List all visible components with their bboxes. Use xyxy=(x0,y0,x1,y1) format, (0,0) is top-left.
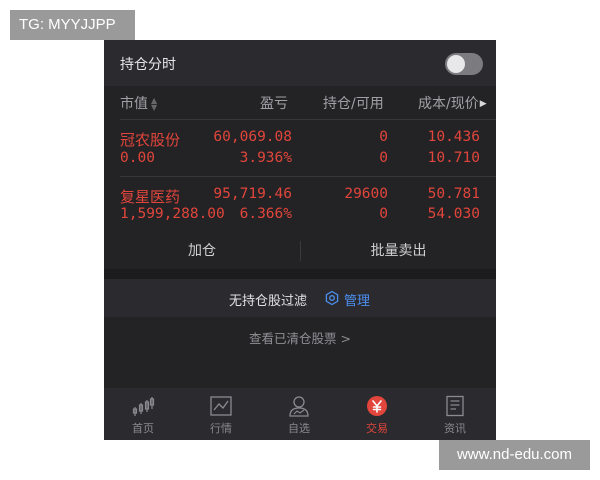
yen-icon xyxy=(367,396,387,416)
pnl-amount: 60,069.08 xyxy=(213,129,292,145)
divider xyxy=(120,119,496,120)
column-header-market-value-label: 市值 xyxy=(120,96,148,112)
candlestick-icon xyxy=(132,397,155,416)
column-header-pnl: 盈亏 xyxy=(260,96,288,112)
column-header-position: 持仓/可用 xyxy=(323,96,384,112)
filter-row: 无持仓股过滤 管理 xyxy=(104,279,496,317)
manage-button[interactable]: 管理 xyxy=(344,290,370,309)
cost-price: 10.436 xyxy=(427,129,480,145)
gear-icon[interactable] xyxy=(324,290,340,306)
column-header-cost[interactable]: 成本/现价▶ xyxy=(418,93,487,113)
chart-icon xyxy=(210,396,232,416)
tab-label: 交易 xyxy=(366,422,388,435)
available-qty: 0 xyxy=(379,150,388,166)
tab-label: 自选 xyxy=(288,422,310,435)
holdings-title: 持仓分时 xyxy=(120,57,176,73)
divider xyxy=(120,176,496,177)
stock-name: 冠农股份 xyxy=(120,131,181,149)
tab-trade[interactable]: 交易 xyxy=(338,388,416,440)
no-holdings-filter-label: 无持仓股过滤 xyxy=(229,294,308,309)
trading-screen: 持仓分时 市值 ▲ ▼ 盈亏 持仓/可用 成本/现价▶ 冠农股份 0.00 60,0… xyxy=(104,40,496,440)
position-qty: 0 xyxy=(379,129,388,145)
cost-price: 50.781 xyxy=(427,186,480,202)
tab-label: 行情 xyxy=(210,422,232,435)
column-header-cost-label: 成本/现价 xyxy=(418,96,479,112)
available-qty: 0 xyxy=(379,206,388,222)
watermark-top: TG: MYYJJPP xyxy=(10,10,135,40)
tab-news[interactable]: 资讯 xyxy=(416,388,494,440)
batch-sell-button[interactable]: 批量卖出 xyxy=(301,233,496,269)
tab-label: 首页 xyxy=(132,422,154,435)
document-icon xyxy=(446,395,464,417)
add-position-button[interactable]: 加仓 xyxy=(104,233,300,269)
current-price: 10.710 xyxy=(427,150,480,166)
pnl-amount: 95,719.46 xyxy=(213,186,292,202)
holding-actions: 加仓 批量卖出 xyxy=(104,233,496,269)
view-cleared-stocks-link[interactable]: 查看已清仓股票 > xyxy=(104,328,496,347)
holdings-header: 持仓分时 xyxy=(104,40,496,86)
current-price: 54.030 xyxy=(427,206,480,222)
tab-label: 资讯 xyxy=(444,422,466,435)
pnl-percent: 6.366% xyxy=(239,206,292,222)
tab-market[interactable]: 行情 xyxy=(182,388,260,440)
column-header-market-value[interactable]: 市值 ▲ ▼ xyxy=(120,93,157,113)
intraday-toggle[interactable] xyxy=(445,53,483,75)
toggle-knob xyxy=(447,55,465,73)
tab-home[interactable]: 首页 xyxy=(104,388,182,440)
stock-name: 复星医药 xyxy=(120,188,181,206)
watermark-bottom: www.nd-edu.com xyxy=(439,440,590,470)
market-value: 0.00 xyxy=(120,150,155,166)
position-qty: 29600 xyxy=(344,186,388,202)
section-gap xyxy=(104,269,496,279)
user-icon xyxy=(289,396,309,417)
sort-icon: ▲ ▼ xyxy=(151,96,158,112)
bottom-tab-bar: 首页 行情 自选 交易 资讯 xyxy=(104,388,496,440)
pnl-percent: 3.936% xyxy=(239,150,292,166)
scroll-right-icon: ▶ xyxy=(479,99,487,109)
tab-watchlist[interactable]: 自选 xyxy=(260,388,338,440)
